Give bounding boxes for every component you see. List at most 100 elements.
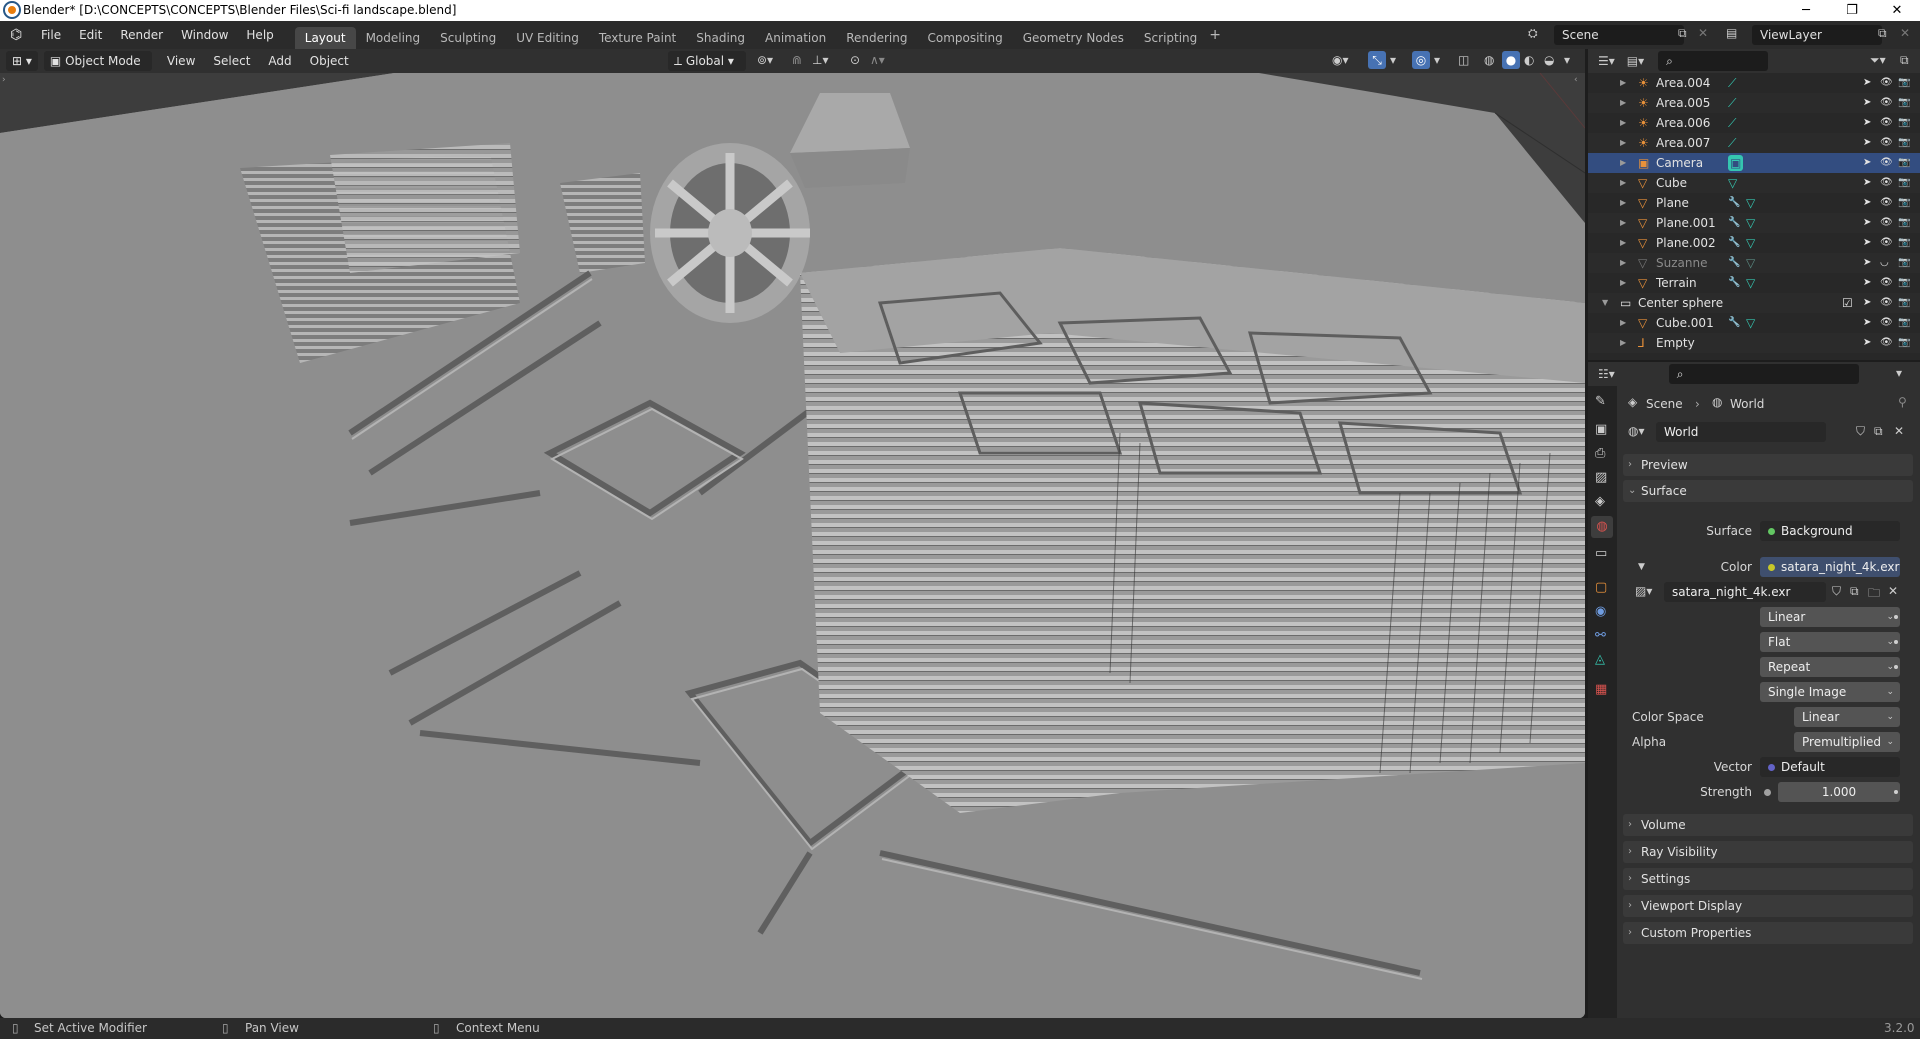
expand-toggle-icon[interactable]: ▶ [1620, 333, 1626, 353]
blender-menu-icon[interactable]: ⌬ [10, 27, 26, 43]
filter-icon[interactable]: ⏷▾ [1870, 53, 1886, 68]
mesh-data-icon[interactable]: ▽ [1746, 273, 1755, 293]
tool-tab-icon[interactable]: ✎ [1595, 394, 1606, 409]
outliner-row[interactable]: ▶ ▽ Terrain 🔧 ▽ ➤ 👁 📷 [1588, 273, 1920, 293]
render-icon[interactable]: 📷 [1898, 253, 1910, 273]
3d-viewport[interactable]: › ‹ [0, 73, 1585, 1018]
workspace-tab-compositing[interactable]: Compositing [917, 27, 1012, 49]
display-mode-icon[interactable]: ▤▾ [1627, 54, 1644, 68]
properties-editor-type-icon[interactable]: ☷▾ [1598, 367, 1615, 381]
select-icon[interactable]: ➤ [1863, 213, 1871, 233]
select-icon[interactable]: ➤ [1863, 253, 1871, 273]
expand-toggle-icon[interactable]: ▶ [1620, 313, 1626, 333]
outliner-editor-type-icon[interactable]: ☰▾ [1598, 54, 1615, 68]
gizmo-icon[interactable]: ⤡ [1368, 51, 1386, 69]
render-icon[interactable]: 📷 [1898, 133, 1910, 153]
image-duplicate-icon[interactable]: ⧉ [1850, 584, 1859, 599]
menu-help[interactable]: Help [237, 21, 282, 49]
viewport-display-panel[interactable]: › Viewport Display [1623, 895, 1913, 917]
extension-dropdown[interactable]: Repeat ⌄ [1760, 657, 1900, 677]
modifier-icon[interactable]: 🔧 [1728, 253, 1740, 273]
new-view-layer-icon[interactable]: ⧉ [1878, 26, 1887, 41]
expand-toggle-icon[interactable]: ▶ [1620, 73, 1626, 93]
pin-icon[interactable]: ⚲ [1898, 395, 1907, 409]
visibility-icon[interactable]: 👁 [1880, 333, 1893, 353]
select-icon[interactable]: ➤ [1863, 273, 1871, 293]
rendered-shading-icon[interactable]: ◒ [1544, 53, 1554, 67]
outliner-row[interactable]: ▶ ⅃ Empty ➤ 👁 📷 [1588, 333, 1920, 353]
light-data-icon[interactable]: ⟋ [1728, 93, 1736, 113]
proportional-edit-icon[interactable]: ⊙ [850, 53, 860, 67]
select-icon[interactable]: ➤ [1863, 113, 1871, 133]
mesh-data-icon[interactable]: ▽ [1746, 233, 1755, 253]
render-icon[interactable]: 📷 [1898, 153, 1910, 173]
interpolation-keyframe[interactable] [1894, 615, 1898, 619]
view-layer-selector[interactable]: ViewLayer [1752, 25, 1882, 45]
render-icon[interactable]: 📷 [1898, 333, 1910, 353]
solid-shading-icon[interactable]: ● [1502, 51, 1520, 69]
visibility-icon[interactable]: 👁 [1880, 313, 1893, 333]
scene-selector[interactable]: Scene [1554, 25, 1684, 45]
visibility-icon[interactable]: 👁 [1880, 133, 1893, 153]
unlink-image-icon[interactable]: ✕ [1888, 584, 1898, 598]
visibility-icon[interactable]: 👁 [1880, 193, 1893, 213]
wireframe-shading-icon[interactable]: ◍ [1484, 53, 1494, 67]
menu-window[interactable]: Window [172, 21, 237, 49]
modifier-icon[interactable]: 🔧 [1728, 273, 1740, 293]
outliner-row[interactable]: ▶ ▽ Cube.001 🔧 ▽ ➤ 👁 📷 [1588, 313, 1920, 333]
mode-selector[interactable]: ▣ Object Mode ▾ [43, 51, 152, 88]
outliner-row[interactable]: ▶ ☀ Area.005 ⟋ ➤ 👁 📷 [1588, 93, 1920, 113]
vector-field[interactable]: Default [1760, 757, 1900, 777]
workspace-tab-animation[interactable]: Animation [755, 27, 836, 49]
select-icon[interactable]: ➤ [1863, 73, 1871, 93]
workspace-tab-sculpting[interactable]: Sculpting [430, 27, 506, 49]
visibility-icon[interactable]: ◡ [1880, 253, 1889, 273]
source-dropdown[interactable]: Single Image ⌄ [1760, 682, 1900, 702]
custom-properties-panel[interactable]: › Custom Properties [1623, 922, 1913, 944]
transform-orientation-selector[interactable]: ⟂ Global ▾ [668, 51, 746, 71]
camera-data-icon[interactable]: ▣ [1728, 155, 1744, 171]
mesh-data-icon[interactable]: ▽ [1746, 253, 1755, 273]
render-icon[interactable]: 📷 [1898, 293, 1910, 313]
modifier-icon[interactable]: 🔧 [1728, 233, 1740, 253]
color-input-field[interactable]: satara_night_4k.exr [1760, 557, 1900, 577]
view-layer-icon[interactable]: ▤ [1726, 26, 1737, 40]
projection-dropdown[interactable]: Flat ⌄ [1760, 632, 1900, 652]
view-layer-tab-icon[interactable]: ▨ [1595, 470, 1607, 485]
image-browse-icon[interactable]: ▨▾ [1635, 584, 1652, 598]
object-tab-icon[interactable]: ▢ [1595, 580, 1607, 595]
select-icon[interactable]: ➤ [1863, 313, 1871, 333]
strength-field[interactable]: 1.000 [1778, 782, 1900, 802]
visibility-icon[interactable]: 👁 [1880, 73, 1893, 93]
image-name-field[interactable]: satara_night_4k.exr [1664, 582, 1826, 602]
volume-panel[interactable]: › Volume [1623, 814, 1913, 836]
expand-toggle-icon[interactable]: ▶ [1620, 133, 1626, 153]
select-icon[interactable]: ➤ [1863, 133, 1871, 153]
maximize-button[interactable]: ❐ [1829, 0, 1875, 21]
outliner-row[interactable]: ▶ ▣ Camera ▣ ➤ 👁 📷 [1588, 153, 1920, 173]
constraints-tab-icon[interactable]: ⚯ [1595, 628, 1606, 643]
delete-scene-icon[interactable]: ✕ [1698, 26, 1708, 40]
viewport-menu-add[interactable]: Add [259, 49, 300, 73]
snap-target-icon[interactable]: ⊥▾ [812, 53, 828, 67]
light-data-icon[interactable]: ⟋ [1728, 73, 1736, 93]
settings-panel[interactable]: › Settings [1623, 868, 1913, 890]
outliner-row[interactable]: ▶ ☀ Area.006 ⟋ ➤ 👁 📷 [1588, 113, 1920, 133]
mesh-data-icon[interactable]: ▽ [1746, 313, 1755, 333]
gizmo-dropdown-icon[interactable]: ▾ [1390, 53, 1396, 67]
outliner-row[interactable]: ▶ ▽ Plane.001 🔧 ▽ ➤ 👁 📷 [1588, 213, 1920, 233]
expand-toggle-icon[interactable]: ▶ [1620, 153, 1626, 173]
select-icon[interactable]: ➤ [1863, 233, 1871, 253]
visibility-icon[interactable]: 👁 [1880, 273, 1893, 293]
expand-toggle-icon[interactable]: ▶ [1620, 273, 1626, 293]
visibility-icon[interactable]: 👁 [1880, 173, 1893, 193]
material-shading-icon[interactable]: ◐ [1524, 53, 1534, 67]
workspace-tab-scripting[interactable]: Scripting [1134, 27, 1207, 49]
workspace-tab-shading[interactable]: Shading [686, 27, 755, 49]
workspace-tab-geometry-nodes[interactable]: Geometry Nodes [1013, 27, 1134, 49]
modifier-icon[interactable]: 🔧 [1728, 313, 1740, 333]
exclude-checkbox[interactable]: ☑ [1842, 293, 1853, 313]
menu-file[interactable]: File [32, 21, 70, 49]
menu-render[interactable]: Render [111, 21, 172, 49]
workspace-tab-texture-paint[interactable]: Texture Paint [589, 27, 686, 49]
